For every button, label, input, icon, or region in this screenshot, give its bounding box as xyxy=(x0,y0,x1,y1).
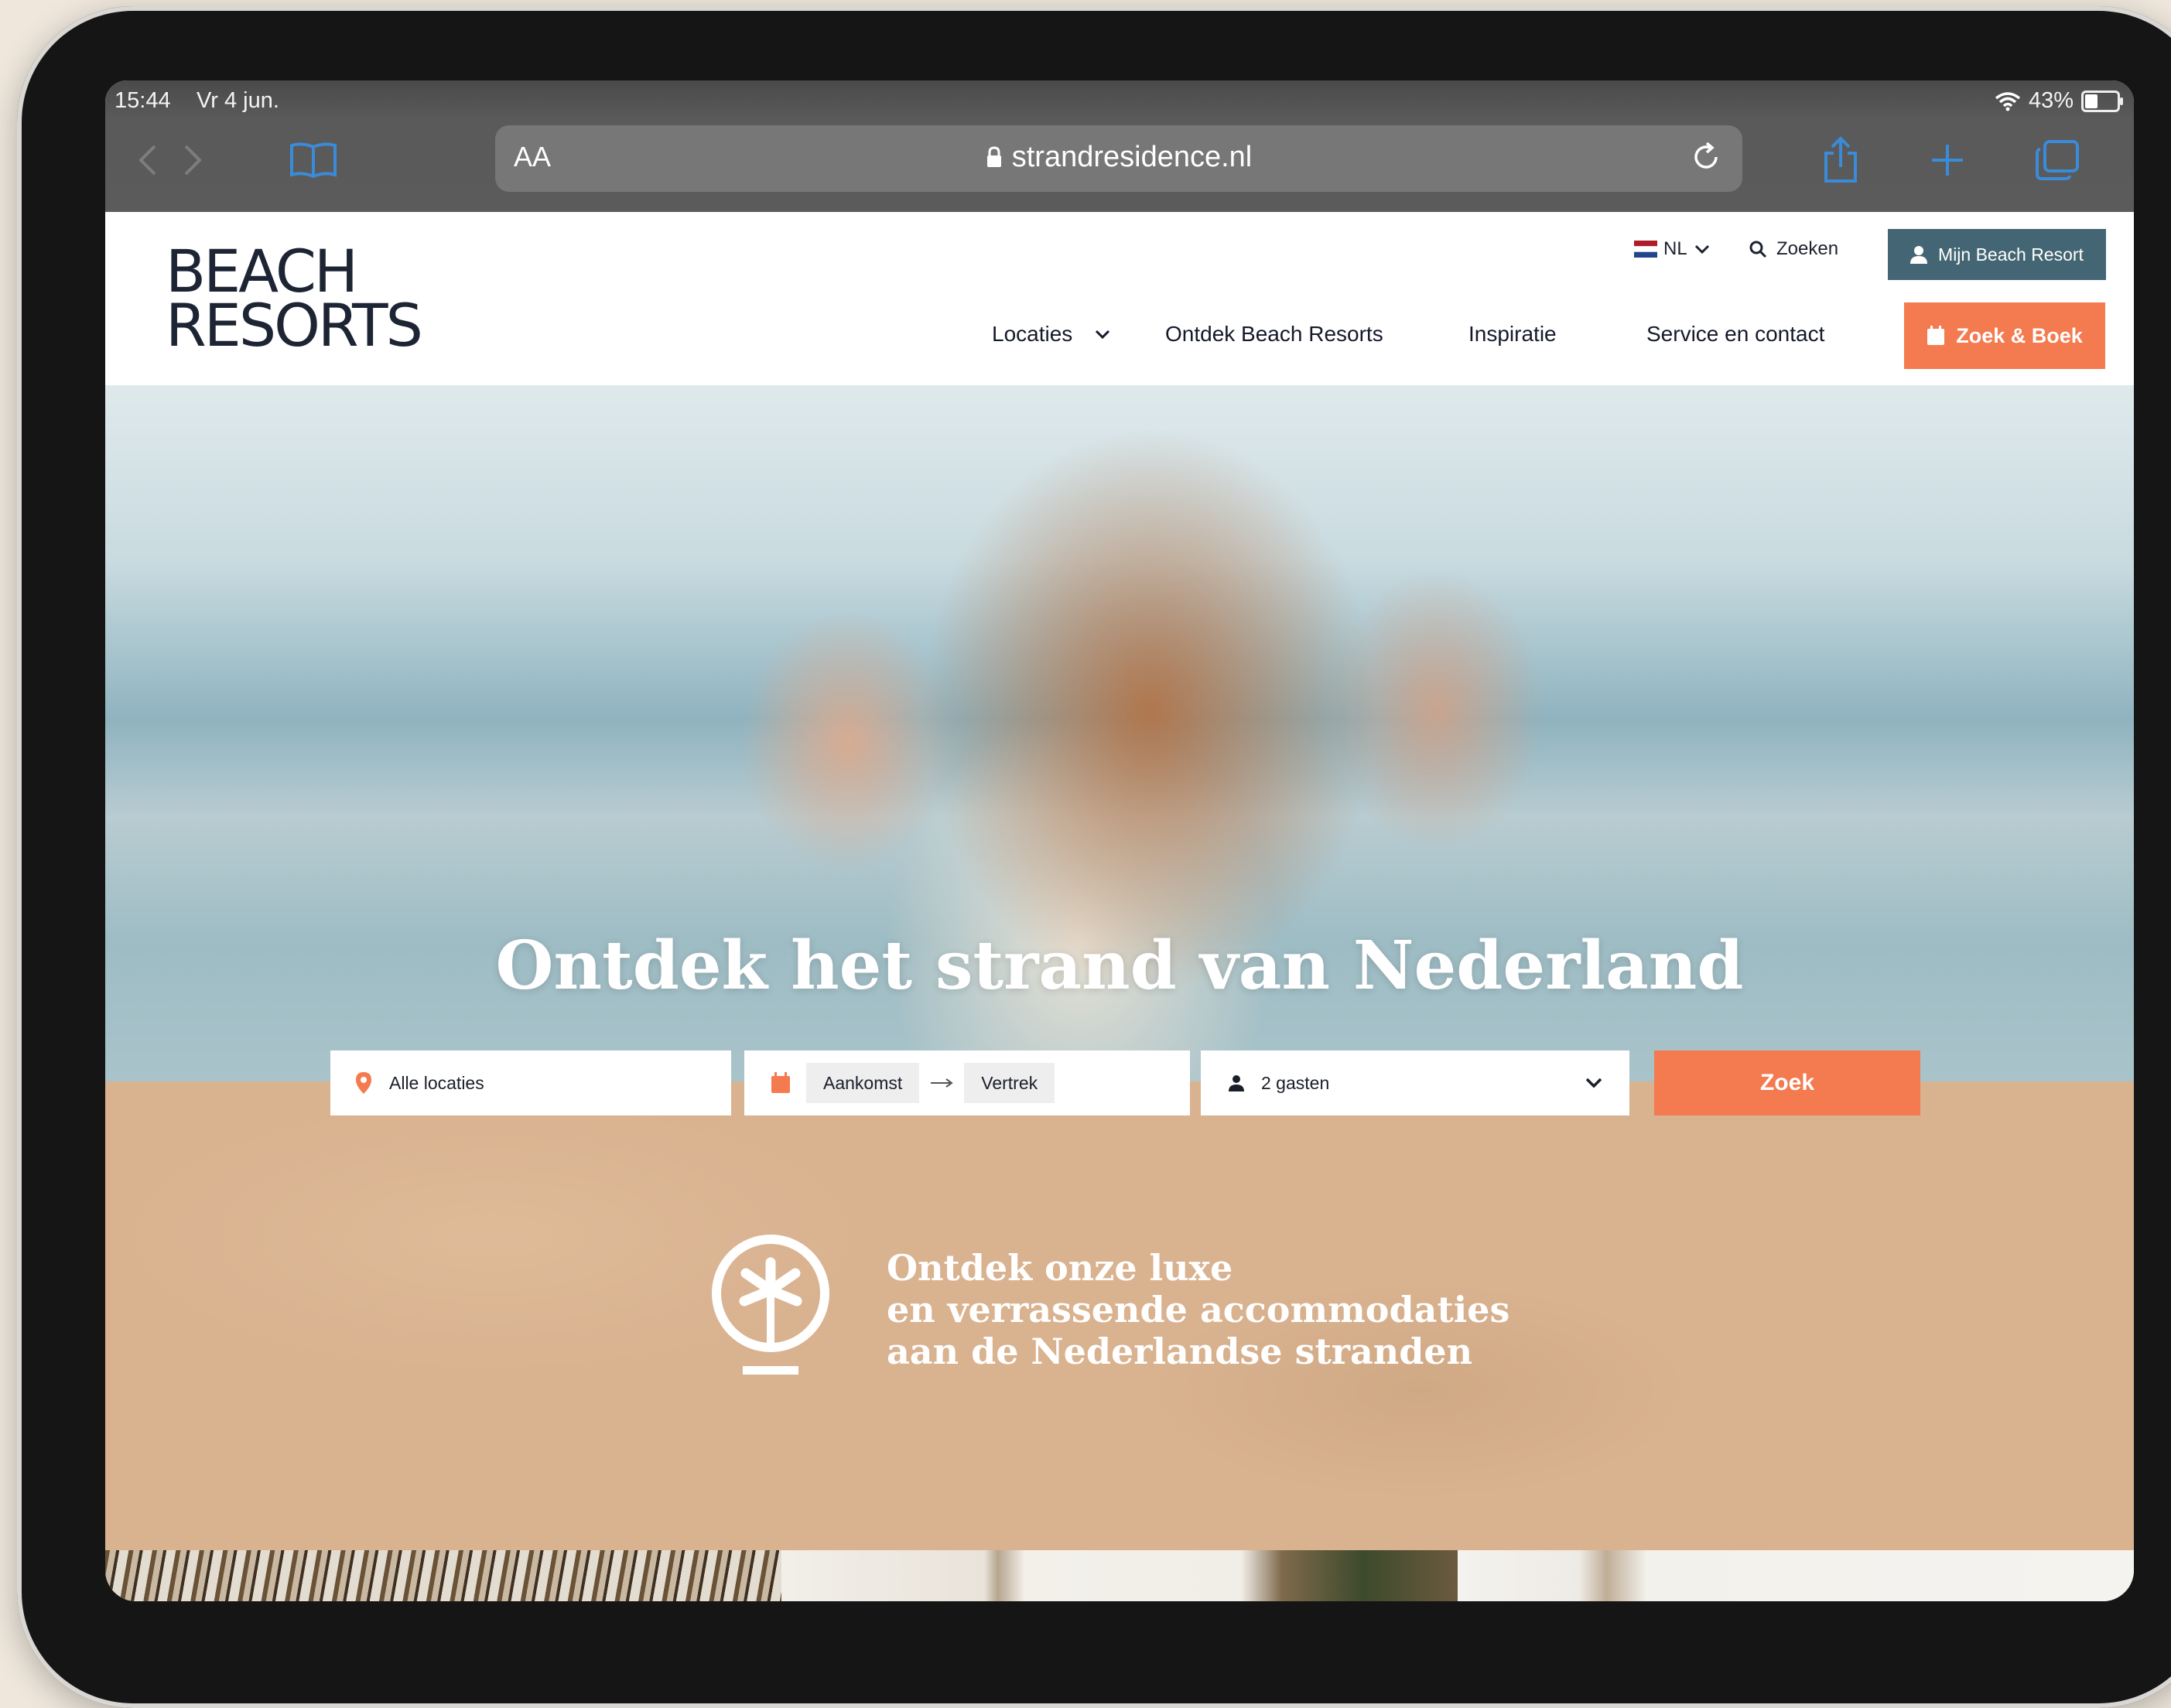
site-header: BEACH RESORTS NL Zoeken Mijn Beach Resor… xyxy=(105,212,2134,385)
url-text: strandresidence.nl xyxy=(1011,141,1253,173)
location-value: Alle locaties xyxy=(389,1072,484,1093)
reload-icon[interactable] xyxy=(1688,139,1724,175)
search-label: Zoeken xyxy=(1776,238,1839,259)
nav-item-inspiratie[interactable]: Inspiratie xyxy=(1468,322,1557,347)
thumbnail-strip xyxy=(105,1550,2134,1601)
departure-field[interactable]: Vertrek xyxy=(964,1063,1055,1103)
date-range[interactable]: Aankomst Vertrek xyxy=(744,1050,1190,1115)
tablet-frame: 15:44 Vr 4 jun. 43% AA strandresidence.n… xyxy=(17,6,2171,1708)
account-label: Mijn Beach Resort xyxy=(1938,244,2084,265)
location-select[interactable]: Alle locaties xyxy=(330,1050,731,1115)
language-selector[interactable]: NL xyxy=(1634,238,1711,260)
user-icon xyxy=(1229,1075,1244,1091)
chevron-down-icon xyxy=(1585,1078,1602,1088)
lock-icon xyxy=(986,146,1001,167)
chevron-down-icon xyxy=(1694,244,1709,254)
flag-nl-icon xyxy=(1634,241,1657,258)
account-button[interactable]: Mijn Beach Resort xyxy=(1888,229,2106,280)
hero-title: Ontdek het strand van Nederland xyxy=(495,927,1744,1005)
status-right: 43% xyxy=(1995,88,2123,114)
address-bar[interactable]: AA strandresidence.nl xyxy=(495,125,1742,192)
user-icon xyxy=(1910,246,1928,264)
thumbnail-image[interactable] xyxy=(105,1550,781,1601)
nav-item-ontdek[interactable]: Ontdek Beach Resorts xyxy=(1165,322,1383,347)
browser-toolbar: 15:44 Vr 4 jun. 43% AA strandresidence.n… xyxy=(105,80,2134,212)
arrow-right-icon xyxy=(931,1078,953,1088)
share-icon[interactable] xyxy=(1814,133,1868,187)
map-pin-icon xyxy=(356,1072,371,1094)
search-link[interactable]: Zoeken xyxy=(1749,238,1838,260)
status-date: Vr 4 jun. xyxy=(197,88,279,113)
calendar-icon xyxy=(771,1072,790,1093)
thumbnail-image[interactable] xyxy=(781,1550,1458,1601)
logo-line-2: RESORTS xyxy=(166,291,423,360)
logo[interactable]: BEACH RESORTS xyxy=(166,242,423,360)
guests-select[interactable]: 2 gasten xyxy=(1201,1050,1629,1115)
intro-line-1: Ontdek onze luxe xyxy=(887,1247,1233,1289)
search-book-label: Zoek & Boek xyxy=(1956,323,2083,347)
search-book-button[interactable]: Zoek & Boek xyxy=(1904,302,2105,369)
intro-line-3: aan de Nederlandse stranden xyxy=(887,1331,1473,1372)
wifi-icon xyxy=(1995,91,2021,111)
chevron-down-icon xyxy=(1096,330,1110,340)
arrival-field[interactable]: Aankomst xyxy=(806,1063,920,1103)
intro-line-2: en verrassende accommodaties xyxy=(887,1289,1510,1331)
battery-percent: 43% xyxy=(2028,88,2074,113)
guests-value: 2 gasten xyxy=(1261,1072,1330,1093)
search-button[interactable]: Zoek xyxy=(1654,1050,1920,1115)
status-time: 15:44 xyxy=(115,88,171,113)
palm-tree-icon xyxy=(712,1235,829,1375)
thumbnail-image[interactable] xyxy=(1458,1550,2134,1601)
intro-tagline: Ontdek onze luxe en verrassende accommod… xyxy=(887,1247,1509,1372)
screen: 15:44 Vr 4 jun. 43% AA strandresidence.n… xyxy=(105,80,2134,1601)
bookmarks-icon[interactable] xyxy=(286,133,340,187)
nav-item-locaties[interactable]: Locaties xyxy=(992,322,1111,347)
status-bar: 15:44 Vr 4 jun. 43% xyxy=(115,85,2125,122)
language-label: NL xyxy=(1663,238,1687,259)
nav-item-service[interactable]: Service en contact xyxy=(1646,322,1824,347)
url-display[interactable]: strandresidence.nl xyxy=(495,141,1742,174)
tabs-icon[interactable] xyxy=(2030,133,2084,187)
battery-icon xyxy=(2081,90,2123,112)
calendar-icon xyxy=(1927,326,1945,345)
forward-icon[interactable] xyxy=(166,133,220,187)
plus-icon[interactable] xyxy=(1920,133,1974,187)
hero-image: Ontdek het strand van Nederland xyxy=(105,385,2134,1081)
nav-label-locaties: Locaties xyxy=(992,322,1073,346)
search-icon xyxy=(1749,241,1767,258)
